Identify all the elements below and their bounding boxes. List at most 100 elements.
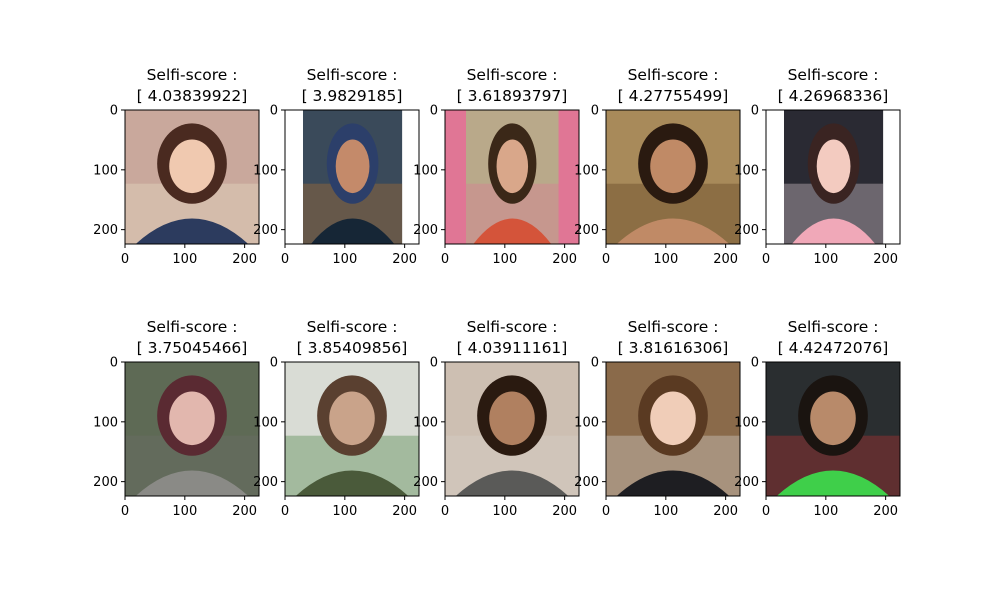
y-tick-label: 100 [413,163,438,178]
x-tick-label: 200 [392,252,417,267]
x-tick-label: 0 [281,252,289,267]
y-tick-label: 0 [591,104,599,119]
y-tick-label: 100 [93,415,118,430]
x-tick-label: 100 [492,252,517,267]
panel-score-label: [ 4.27755499] [618,87,729,105]
y-tick-label: 200 [253,475,278,490]
y-tick-label: 200 [93,223,118,238]
x-tick-label: 0 [441,252,449,267]
photo-face [816,139,851,194]
y-tick-label: 100 [574,415,599,430]
y-tick-label: 0 [591,356,599,371]
selfie-photo [125,110,259,244]
x-tick-label: 200 [873,252,898,267]
panel-title-label: Selfi-score : [788,66,879,84]
y-tick-label: 100 [413,415,438,430]
selfie-photo [445,362,579,496]
selfie-photo [285,362,419,496]
photo-face [650,139,696,194]
x-tick-label: 100 [813,252,838,267]
panel-title-label: Selfi-score : [628,318,719,336]
x-tick-label: 100 [653,504,678,519]
x-tick-label: 0 [281,504,289,519]
panel-title-label: Selfi-score : [467,66,558,84]
x-tick-label: 200 [552,252,577,267]
panel-title-label: Selfi-score : [788,318,879,336]
panel-score-label: [ 3.81616306] [618,339,729,357]
panel-score-label: [ 4.26968336] [778,87,889,105]
panel-title-label: Selfi-score : [147,66,238,84]
y-tick-label: 200 [574,475,599,490]
y-tick-label: 100 [253,415,278,430]
y-tick-label: 200 [574,223,599,238]
x-tick-label: 200 [873,504,898,519]
photo-face [335,139,370,194]
panel-score-label: [ 4.42472076] [778,339,889,357]
photo-face [496,139,529,194]
y-tick-label: 100 [734,415,759,430]
x-tick-label: 200 [232,504,257,519]
y-tick-label: 100 [574,163,599,178]
selfie-photo [302,110,403,244]
y-tick-label: 0 [430,104,438,119]
panel-title-label: Selfi-score : [307,66,398,84]
panel-score-label: [ 4.03911161] [457,339,568,357]
y-tick-label: 0 [110,356,118,371]
x-tick-label: 0 [602,504,610,519]
selfie-photo [125,362,259,496]
x-tick-label: 200 [232,252,257,267]
y-tick-label: 100 [93,163,118,178]
x-tick-label: 0 [762,252,770,267]
selfie-photo [465,110,559,244]
selfie-photo [606,362,740,496]
x-tick-label: 200 [552,504,577,519]
y-tick-label: 200 [93,475,118,490]
photo-face [329,391,375,446]
x-tick-label: 200 [392,504,417,519]
y-tick-label: 200 [734,223,759,238]
panel-score-label: [ 4.03839922] [137,87,248,105]
x-tick-label: 100 [492,504,517,519]
y-tick-label: 0 [110,104,118,119]
x-tick-label: 0 [602,252,610,267]
panel-title-label: Selfi-score : [467,318,558,336]
y-tick-label: 200 [413,223,438,238]
y-tick-label: 200 [734,475,759,490]
photo-face [489,391,535,446]
y-tick-label: 0 [430,356,438,371]
y-tick-label: 100 [253,163,278,178]
x-tick-label: 100 [653,252,678,267]
x-tick-label: 100 [332,504,357,519]
x-tick-label: 100 [813,504,838,519]
photo-face [650,391,696,446]
selfie-photo [783,110,884,244]
photo-face [169,139,215,194]
panel-title-label: Selfi-score : [628,66,719,84]
x-tick-label: 100 [172,504,197,519]
panel-score-label: [ 3.75045466] [137,339,248,357]
y-tick-label: 100 [734,163,759,178]
photo-face [169,391,215,446]
selfie-photo [606,110,740,244]
y-tick-label: 0 [751,356,759,371]
x-tick-label: 100 [172,252,197,267]
y-tick-label: 0 [751,104,759,119]
x-tick-label: 0 [121,504,129,519]
panel-score-label: [ 3.9829185] [302,87,403,105]
panel-score-label: [ 3.61893797] [457,87,568,105]
x-tick-label: 0 [441,504,449,519]
panel-title-label: Selfi-score : [307,318,398,336]
y-tick-label: 200 [413,475,438,490]
x-tick-label: 0 [762,504,770,519]
selfie-score-figure: Selfi-score :[ 4.03839922]0 100 2000100200… [0,0,1000,600]
y-tick-label: 0 [270,104,278,119]
panel-title-label: Selfi-score : [147,318,238,336]
x-tick-label: 200 [713,504,738,519]
y-tick-label: 0 [270,356,278,371]
x-tick-label: 0 [121,252,129,267]
panel-score-label: [ 3.85409856] [297,339,408,357]
selfie-photo [766,362,900,496]
x-tick-label: 200 [713,252,738,267]
y-tick-label: 200 [253,223,278,238]
x-tick-label: 100 [332,252,357,267]
